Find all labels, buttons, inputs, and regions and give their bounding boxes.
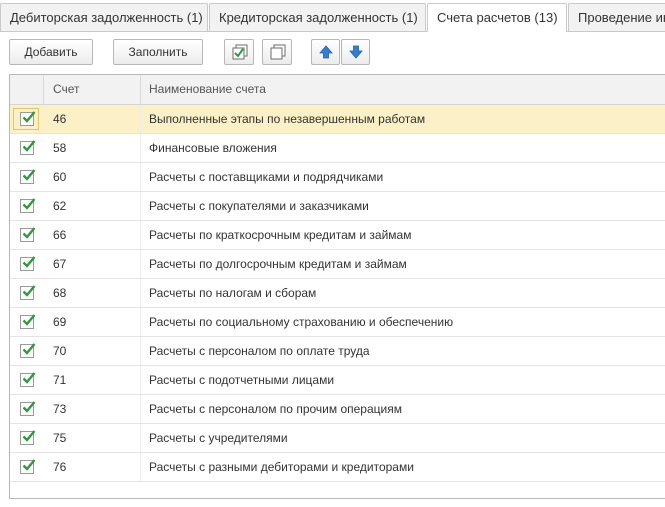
cell-separator — [140, 395, 141, 423]
header-separator — [140, 75, 141, 104]
account-name: Выполненные этапы по незавершенным работ… — [149, 112, 426, 126]
row-checkbox[interactable] — [20, 111, 36, 126]
cell-separator — [140, 105, 141, 133]
account-name: Расчеты с учредителями — [149, 431, 288, 445]
column-header-code[interactable]: Счет — [53, 75, 80, 104]
arrow-down-icon — [349, 45, 363, 59]
table-row[interactable]: 67 Расчеты по долгосрочным кредитам и зай… — [10, 250, 665, 279]
tab-accounts[interactable]: Счета расчетов (13) — [427, 3, 567, 32]
tab-inventory[interactable]: Проведение инвентаризации — [568, 3, 665, 31]
account-code: 66 — [53, 228, 67, 242]
account-name: Финансовые вложения — [149, 141, 277, 155]
cell-separator — [140, 424, 141, 452]
table-row[interactable]: 46 Выполненные этапы по незавершенным раб… — [10, 105, 665, 134]
account-code: 71 — [53, 373, 67, 387]
row-checkbox[interactable] — [20, 430, 36, 445]
account-code: 62 — [53, 199, 67, 213]
row-checkbox[interactable] — [20, 459, 36, 474]
row-checkbox[interactable] — [20, 169, 36, 184]
move-up-button[interactable] — [311, 39, 340, 65]
cell-separator — [140, 366, 141, 394]
checkmark-icon — [22, 343, 36, 355]
row-checkbox[interactable] — [20, 343, 36, 358]
cell-separator — [140, 453, 141, 481]
row-checkbox[interactable] — [20, 256, 36, 271]
checkmark-icon — [22, 401, 36, 413]
row-checkbox[interactable] — [20, 285, 36, 300]
row-checkbox[interactable] — [20, 401, 36, 416]
checkmark-icon — [22, 140, 36, 152]
table-row[interactable]: 73 Расчеты с персоналом по прочим операци… — [10, 395, 665, 424]
uncheck-all-icon — [270, 44, 286, 60]
checkmark-icon — [22, 430, 36, 442]
tab-creditor[interactable]: Кредиторская задолженность (1) — [209, 3, 426, 31]
checkmark-icon — [22, 111, 36, 123]
account-name: Расчеты по долгосрочным кредитам и займа… — [149, 257, 407, 271]
table-row[interactable]: 70 Расчеты с персоналом по оплате труда — [10, 337, 665, 366]
checkmark-icon — [22, 198, 36, 210]
account-name: Расчеты по краткосрочным кредитам и займ… — [149, 228, 412, 242]
check-all-button[interactable] — [224, 39, 254, 65]
cell-separator — [140, 279, 141, 307]
cell-separator — [140, 163, 141, 191]
row-checkbox[interactable] — [20, 227, 36, 242]
tab-bar: Дебиторская задолженность (1) Кредиторск… — [0, 0, 665, 32]
accounts-table[interactable]: Счет Наименование счета 46 Выполненные эт… — [9, 74, 665, 499]
account-name: Расчеты с поставщиками и подрядчиками — [149, 170, 384, 184]
table-row[interactable]: 62 Расчеты с покупателями и заказчиками — [10, 192, 665, 221]
table-row[interactable]: 66 Расчеты по краткосрочным кредитам и за… — [10, 221, 665, 250]
table-row[interactable]: 60 Расчеты с поставщиками и подрядчиками — [10, 163, 665, 192]
check-all-icon — [232, 44, 248, 60]
cell-separator — [140, 134, 141, 162]
column-header-name[interactable]: Наименование счета — [149, 75, 266, 104]
account-code: 69 — [53, 315, 67, 329]
account-code: 70 — [53, 344, 67, 358]
cell-separator — [140, 192, 141, 220]
account-name: Расчеты с разными дебиторами и кредитора… — [149, 460, 414, 474]
checkmark-icon — [22, 169, 36, 181]
account-code: 46 — [53, 112, 67, 126]
cell-separator — [140, 250, 141, 278]
account-code: 67 — [53, 257, 67, 271]
cell-separator — [140, 221, 141, 249]
row-checkbox[interactable] — [20, 314, 36, 329]
account-code: 60 — [53, 170, 67, 184]
account-name: Расчеты по налогам и сборам — [149, 286, 317, 300]
add-button[interactable]: Добавить — [9, 39, 93, 65]
account-name: Расчеты с подотчетными лицами — [149, 373, 335, 387]
checkmark-icon — [22, 285, 36, 297]
fill-button[interactable]: Заполнить — [113, 39, 203, 65]
table-row[interactable]: 58 Финансовые вложения — [10, 134, 665, 163]
table-row[interactable]: 75 Расчеты с учредителями — [10, 424, 665, 453]
tab-debitor[interactable]: Дебиторская задолженность (1) — [0, 3, 208, 31]
cell-separator — [140, 337, 141, 365]
row-checkbox[interactable] — [20, 198, 36, 213]
account-code: 75 — [53, 431, 67, 445]
account-name: Расчеты по социальному страхованию и обе… — [149, 315, 454, 329]
account-name: Расчеты с персоналом по оплате труда — [149, 344, 370, 358]
checkmark-icon — [22, 372, 36, 384]
header-separator — [43, 75, 44, 104]
table-row[interactable]: 76 Расчеты с разными дебиторами и кредито… — [10, 453, 665, 482]
account-code: 76 — [53, 460, 67, 474]
account-code: 68 — [53, 286, 67, 300]
table-row[interactable]: 69 Расчеты по социальному страхованию и о… — [10, 308, 665, 337]
checkmark-icon — [22, 227, 36, 239]
account-code: 58 — [53, 141, 67, 155]
account-code: 73 — [53, 402, 67, 416]
move-down-button[interactable] — [341, 39, 370, 65]
table-row[interactable]: 68 Расчеты по налогам и сборам — [10, 279, 665, 308]
row-checkbox[interactable] — [20, 140, 36, 155]
account-name: Расчеты с покупателями и заказчиками — [149, 199, 369, 213]
account-name: Расчеты с персоналом по прочим операциям — [149, 402, 402, 416]
checkmark-icon — [22, 256, 36, 268]
row-checkbox[interactable] — [20, 372, 36, 387]
cell-separator — [140, 308, 141, 336]
uncheck-all-button[interactable] — [262, 39, 292, 65]
checkmark-icon — [22, 459, 36, 471]
checkmark-icon — [22, 314, 36, 326]
table-header: Счет Наименование счета — [10, 75, 665, 105]
table-row[interactable]: 71 Расчеты с подотчетными лицами — [10, 366, 665, 395]
arrow-up-icon — [319, 45, 333, 59]
